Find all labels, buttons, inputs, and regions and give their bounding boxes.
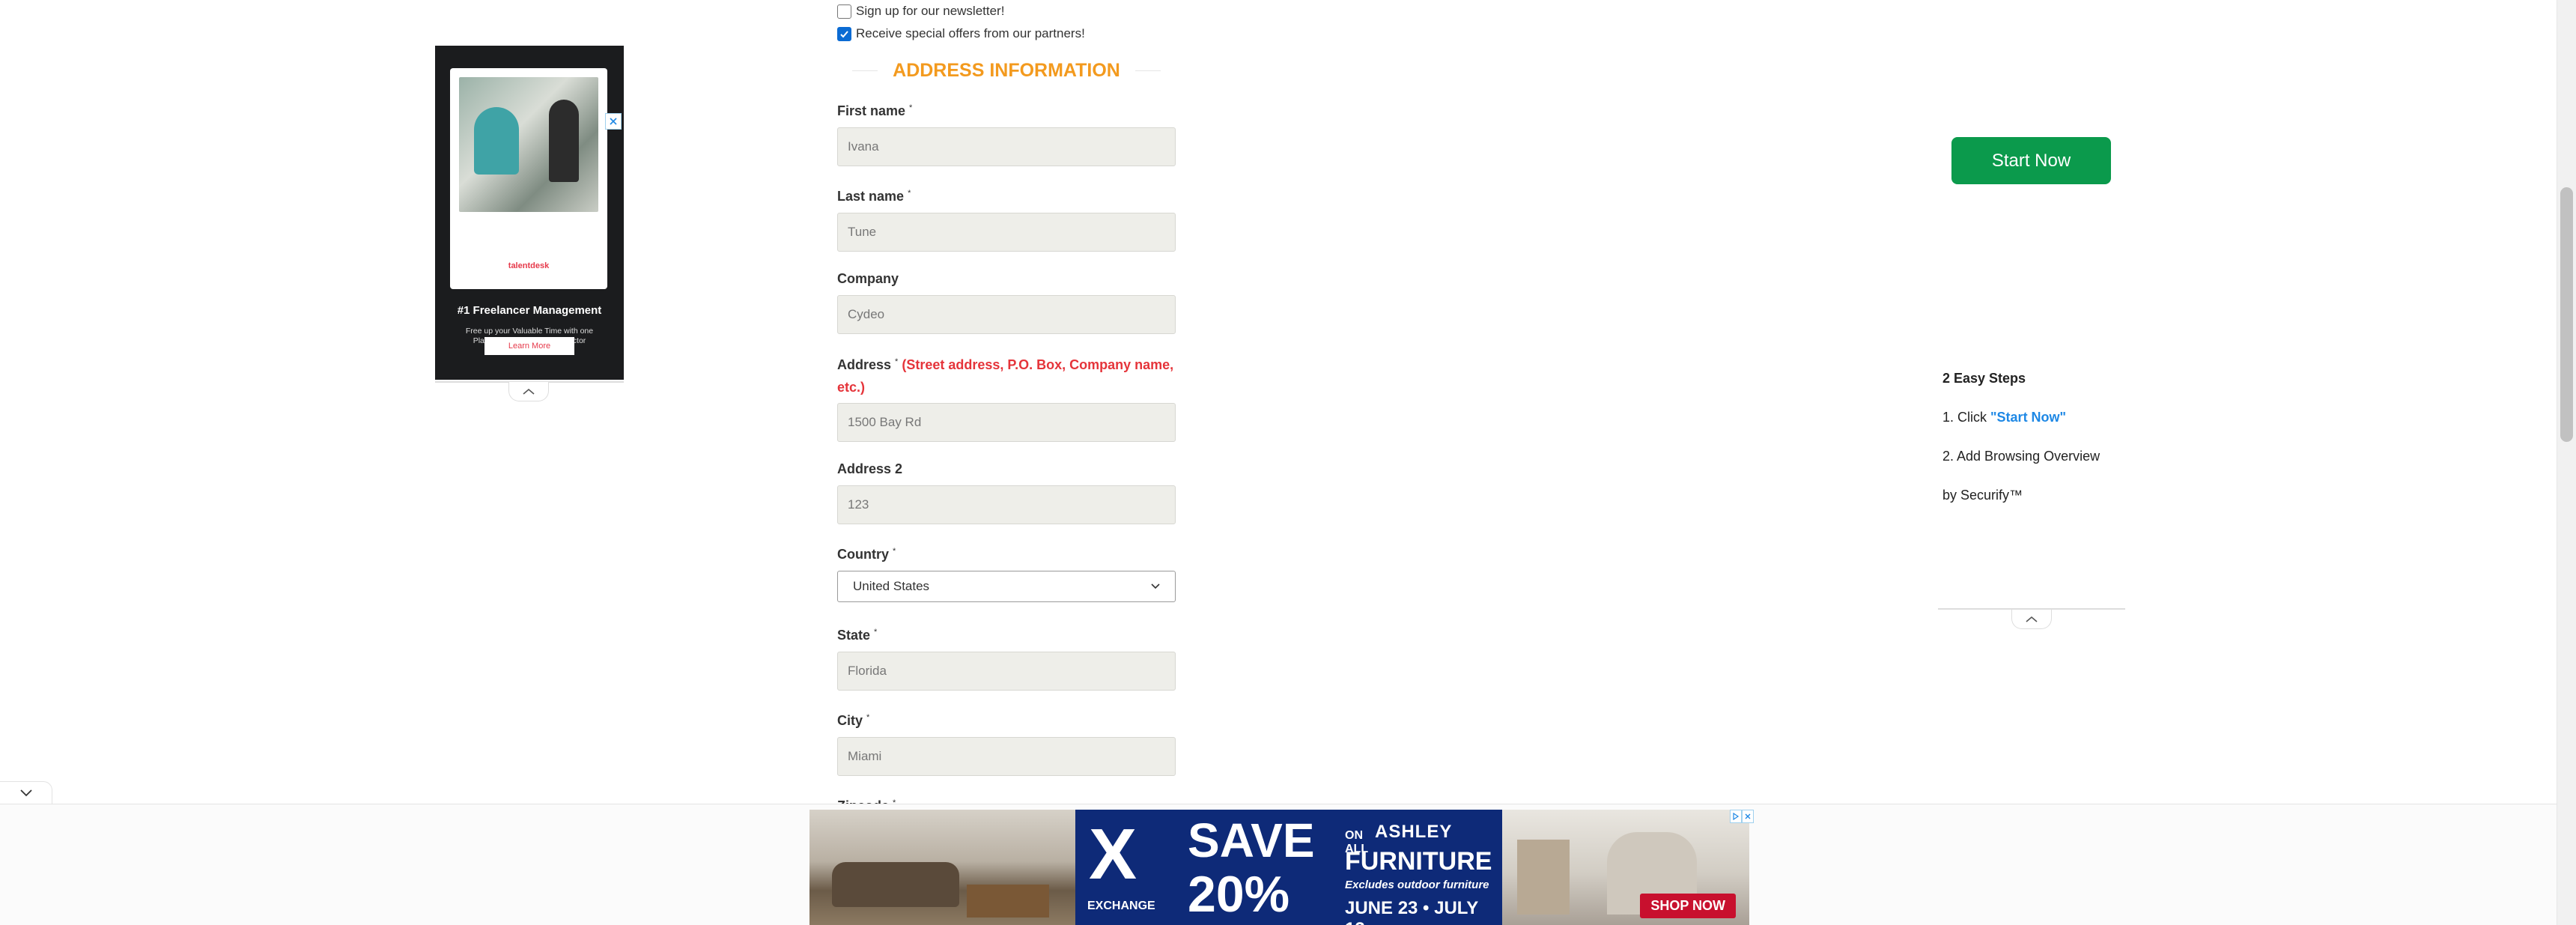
bottom-banner-ad[interactable]: X EXCHANGE SAVE 20% ON ALL ASHLEY FURNIT…: [809, 810, 1749, 925]
section-title-address: ADDRESS INFORMATION: [837, 58, 1176, 82]
state-label: State *: [837, 628, 878, 643]
shop-now-button[interactable]: SHOP NOW: [1640, 894, 1736, 918]
ad-learn-more-button[interactable]: Learn More: [484, 337, 574, 355]
left-advertisement[interactable]: talentdesk #1 Freelancer Management Free…: [435, 46, 624, 380]
checkmark-icon: [840, 30, 848, 37]
country-selected-value: United States: [853, 579, 930, 593]
partner-offers-checkbox[interactable]: [837, 26, 851, 41]
step-2: 2. Add Browsing Overview: [1942, 449, 2100, 464]
furniture-text: FURNITURE: [1345, 847, 1492, 876]
start-now-button[interactable]: Start Now: [1951, 137, 2111, 184]
close-icon[interactable]: [1742, 810, 1754, 823]
discount-percent: 20%: [1188, 866, 1290, 923]
chevron-down-icon: [19, 789, 32, 796]
first-name-label: First name *: [837, 103, 913, 118]
ad-card: talentdesk: [450, 68, 607, 289]
excludes-text: Excludes outdoor furniture: [1345, 879, 1489, 891]
bottom-ad-toggle-button[interactable]: [0, 781, 52, 804]
country-select[interactable]: United States: [837, 571, 1176, 602]
save-text: SAVE: [1188, 813, 1315, 867]
step-1: 1. Click "Start Now": [1942, 410, 2067, 425]
address-label: Address * (Street address, P.O. Box, Com…: [837, 357, 1174, 395]
first-name-input[interactable]: Ivana: [837, 127, 1176, 166]
address-input[interactable]: 1500 Bay Rd: [837, 403, 1176, 442]
company-input[interactable]: Cydeo: [837, 295, 1176, 334]
city-label: City *: [837, 713, 870, 728]
partner-offers-label: Receive special offers from our partners…: [856, 26, 1085, 40]
city-input[interactable]: Miami: [837, 737, 1176, 776]
ashley-logo: ASHLEY: [1375, 822, 1453, 842]
banner-image-left: [809, 810, 1075, 925]
partner-offers-checkbox-row[interactable]: Receive special offers from our partners…: [837, 22, 1176, 45]
steps-panel: 2 Easy Steps 1. Click "Start Now" 2. Add…: [1942, 367, 2130, 523]
newsletter-checkbox-row[interactable]: Sign up for our newsletter!: [837, 0, 1176, 22]
adchoices-icon[interactable]: [605, 113, 622, 130]
adchoices-info-icon[interactable]: [1730, 810, 1742, 823]
exchange-label: EXCHANGE: [1087, 900, 1155, 912]
ad-headline: #1 Freelancer Management: [457, 304, 602, 317]
vertical-scrollbar[interactable]: [2557, 0, 2576, 925]
last-name-input[interactable]: Tune: [837, 213, 1176, 252]
exchange-logo: X: [1089, 814, 1137, 894]
chevron-up-icon: [523, 388, 535, 395]
country-label: Country *: [837, 547, 896, 562]
company-label: Company: [837, 271, 899, 286]
promo-dates: JUNE 23 • JULY 13: [1345, 898, 1478, 925]
scrollbar-thumb[interactable]: [2560, 187, 2573, 442]
step-2-continued: by Securify™: [1942, 488, 2023, 503]
newsletter-checkbox[interactable]: [837, 4, 851, 19]
left-ad-collapse-button[interactable]: [508, 382, 549, 401]
steps-title: 2 Easy Steps: [1942, 371, 2026, 386]
ad-brand: talentdesk: [508, 261, 550, 270]
state-input[interactable]: Florida: [837, 652, 1176, 691]
address-form: Sign up for our newsletter! Receive spec…: [837, 0, 1176, 881]
banner-promo: X EXCHANGE SAVE 20% ON ALL ASHLEY FURNIT…: [1075, 810, 1502, 925]
address2-label: Address 2: [837, 461, 903, 476]
chevron-up-icon: [2026, 616, 2038, 622]
newsletter-label: Sign up for our newsletter!: [856, 4, 1005, 18]
last-name-label: Last name *: [837, 189, 911, 204]
right-ad-collapse-button[interactable]: [2011, 610, 2052, 629]
chevron-down-icon: [1151, 583, 1160, 589]
address2-input[interactable]: 123: [837, 485, 1176, 524]
start-now-link[interactable]: "Start Now": [1990, 410, 2066, 425]
ad-photo: [459, 77, 598, 212]
